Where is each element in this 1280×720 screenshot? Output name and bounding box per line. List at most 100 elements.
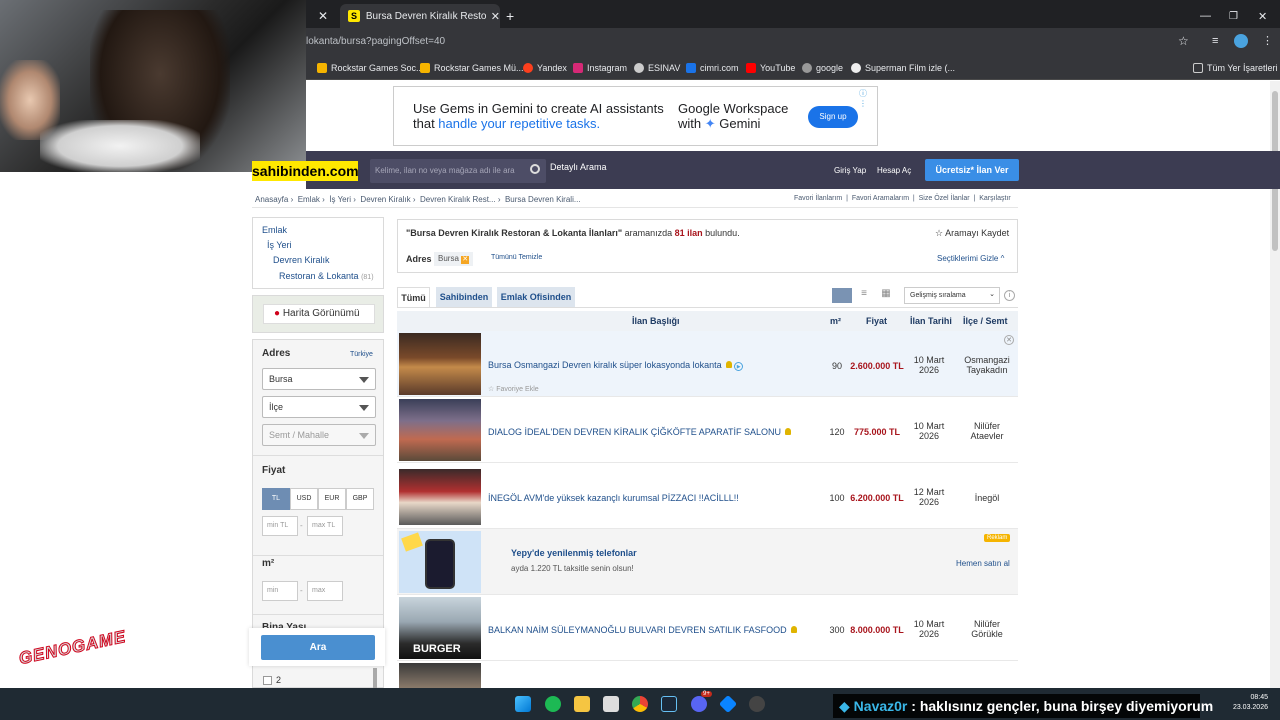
col-location[interactable]: İlçe / Semt — [963, 316, 1008, 326]
search-submit-button[interactable]: Ara — [261, 635, 375, 660]
list-view-icon[interactable] — [832, 288, 852, 303]
neighborhood-select[interactable]: Semt / Mahalle — [262, 424, 376, 446]
listing-thumbnail[interactable] — [399, 399, 481, 461]
listing-title[interactable]: İNEGÖL AVM'de yüksek kazançlı kurumsal P… — [488, 493, 739, 503]
max-price-input[interactable]: max TL — [307, 516, 343, 536]
promo-cta-link[interactable]: Hemen satın al — [956, 559, 1010, 568]
minimize-icon[interactable]: — — [1200, 4, 1211, 28]
category-emlak[interactable]: Emlak — [262, 225, 287, 235]
clock[interactable]: 08:45 23.03.2026 — [1220, 693, 1268, 713]
listing-thumbnail[interactable] — [399, 663, 481, 688]
listing-title[interactable]: Bursa Osmangazi Devren kiralık süper lok… — [488, 360, 744, 371]
login-link[interactable]: Giriş Yap — [834, 166, 866, 175]
compact-view-icon[interactable]: ≡ — [855, 288, 873, 303]
promo-row[interactable]: Yepy'de yenilenmiş telefonlar ayda 1.220… — [397, 529, 1018, 595]
top-links[interactable]: Favori İlanlarım | Favori Aramalarım | S… — [794, 195, 1011, 202]
listing-title[interactable]: DIALOG İDEAL'DEN DEVREN KİRALIK ÇİĞKÖFTE… — [488, 427, 791, 437]
new-tab-icon[interactable]: + — [506, 4, 514, 28]
info-icon[interactable]: i — [1004, 290, 1015, 301]
category-devren[interactable]: Devren Kiralık — [273, 255, 330, 265]
star-icon[interactable]: ☆ — [1178, 34, 1189, 48]
post-ad-button[interactable]: Ücretsiz* İlan Ver — [925, 159, 1019, 181]
bookmark-youtube[interactable]: YouTube — [746, 60, 795, 76]
col-title[interactable]: İlan Başlığı — [632, 316, 680, 326]
search-input[interactable]: Kelime, ilan no veya mağaza adı ile ara — [370, 159, 546, 183]
listing-thumbnail[interactable] — [399, 469, 481, 525]
steam-icon[interactable] — [661, 696, 677, 712]
store-icon[interactable] — [603, 696, 619, 712]
menu-dots-icon[interactable]: ⋮ — [1262, 34, 1273, 47]
currency-usd[interactable]: USD — [290, 488, 318, 510]
city-select[interactable]: Bursa — [262, 368, 376, 390]
detailed-search-link[interactable]: Detaylı Arama — [550, 162, 607, 172]
col-price[interactable]: Fiyat — [866, 316, 887, 326]
gemini-ad[interactable]: Use Gems in Gemini to create AI assistan… — [393, 86, 878, 146]
spotify-icon[interactable] — [545, 696, 561, 712]
address-chip[interactable]: Bursa ✕ — [434, 252, 474, 266]
close-window-icon[interactable]: ✕ — [1258, 4, 1267, 28]
add-favorite-link[interactable]: ☆ Favoriye Ekle — [488, 385, 539, 393]
bookmark-rockstar-social[interactable]: Rockstar Games Soc... — [317, 60, 424, 76]
map-view-button[interactable]: ● Harita Görünümü — [263, 304, 375, 324]
profile-avatar[interactable] — [1234, 34, 1248, 48]
table-row[interactable] — [397, 661, 1018, 688]
currency-tl[interactable]: TL — [262, 488, 290, 510]
close-tab-icon[interactable]: ✕ — [491, 10, 500, 23]
save-search-button[interactable]: ☆ Aramayı Kaydet — [935, 228, 1009, 239]
promo-title[interactable]: Yepy'de yenilenmiş telefonlar — [511, 548, 637, 558]
folder-icon[interactable] — [574, 696, 590, 712]
chrome-icon[interactable] — [632, 696, 648, 712]
ad-signup-button[interactable]: Sign up — [808, 106, 858, 128]
media-icon[interactable]: ≡ — [1212, 35, 1218, 47]
promo-image[interactable] — [399, 531, 481, 593]
settings-icon[interactable] — [749, 696, 765, 712]
tab-active[interactable]: S Bursa Devren Kiralık Restoran & ✕ — [340, 4, 500, 28]
min-price-input[interactable]: min TL — [262, 516, 298, 536]
col-date[interactable]: İlan Tarihi — [910, 316, 952, 326]
table-row[interactable]: BURGER BALKAN NAİM SÜLEYMANOĞLU BULVARI … — [397, 595, 1018, 661]
close-icon[interactable]: ✕ — [1004, 335, 1014, 345]
windows-start-icon[interactable] — [515, 696, 531, 712]
listing-thumbnail[interactable]: BURGER — [399, 597, 481, 659]
close-tab-icon[interactable]: ✕ — [306, 4, 340, 28]
listing-title[interactable]: BALKAN NAİM SÜLEYMANOĞLU BULVARI DEVREN … — [488, 625, 797, 635]
category-restoran[interactable]: Restoran & Lokanta (81) — [279, 271, 374, 281]
tab-agency[interactable]: Emlak Ofisinden — [497, 287, 575, 307]
clear-all-link[interactable]: Tümünü Temizle — [491, 254, 542, 261]
currency-gbp[interactable]: GBP — [346, 488, 374, 510]
filter-scroll[interactable] — [373, 668, 377, 688]
min-m2-input[interactable]: min — [262, 581, 298, 601]
grid-view-icon[interactable]: ▦ — [877, 288, 895, 303]
listing-thumbnail[interactable] — [399, 333, 481, 395]
bookmark-esinav[interactable]: ESINAV — [634, 60, 680, 76]
age-checkbox[interactable] — [263, 676, 272, 685]
tab-owner[interactable]: Sahibinden — [436, 287, 492, 307]
sort-select[interactable]: Gelişmiş sıralama ⌄ — [904, 287, 1000, 304]
bookmark-all[interactable]: Tüm Yer İşaretleri — [1193, 60, 1278, 76]
table-row[interactable]: Bursa Osmangazi Devren kiralık süper lok… — [397, 331, 1018, 397]
bookmark-google[interactable]: google — [802, 60, 843, 76]
breadcrumb-items[interactable]: Anasayfa › Emlak › İş Yeri › Devren Kira… — [255, 195, 581, 204]
category-is-yeri[interactable]: İş Yeri — [267, 240, 292, 250]
max-m2-input[interactable]: max — [307, 581, 343, 601]
discord-icon[interactable] — [691, 696, 707, 712]
ad-info-icon[interactable]: ⓘ ⋮ — [859, 88, 877, 108]
country-link[interactable]: Türkiye — [350, 351, 373, 358]
bookmark-yandex[interactable]: Yandex — [523, 60, 567, 76]
search-icon[interactable] — [530, 164, 540, 174]
bookmark-rockstar-music[interactable]: Rockstar Games Mü... — [420, 60, 524, 76]
hide-selected-link[interactable]: Seçtiklerimi Gizle ^ — [937, 254, 1004, 263]
url-text[interactable]: lokanta/bursa?pagingOffset=40 — [306, 34, 445, 50]
site-logo[interactable]: sahibinden.com — [252, 161, 359, 181]
bookmark-superman[interactable]: Superman Film izle (... — [851, 60, 955, 76]
app-icon[interactable] — [718, 694, 738, 714]
restore-icon[interactable]: ❐ — [1229, 4, 1238, 28]
col-m2[interactable]: m² — [830, 316, 841, 326]
register-link[interactable]: Hesap Aç — [877, 166, 911, 175]
currency-eur[interactable]: EUR — [318, 488, 346, 510]
tab-all[interactable]: Tümü — [397, 287, 430, 307]
map-panel[interactable]: ● Harita Görünümü — [252, 295, 384, 333]
table-row[interactable]: İNEGÖL AVM'de yüksek kazançlı kurumsal P… — [397, 463, 1018, 529]
table-row[interactable]: DIALOG İDEAL'DEN DEVREN KİRALIK ÇİĞKÖFTE… — [397, 397, 1018, 463]
district-select[interactable]: İlçe — [262, 396, 376, 418]
